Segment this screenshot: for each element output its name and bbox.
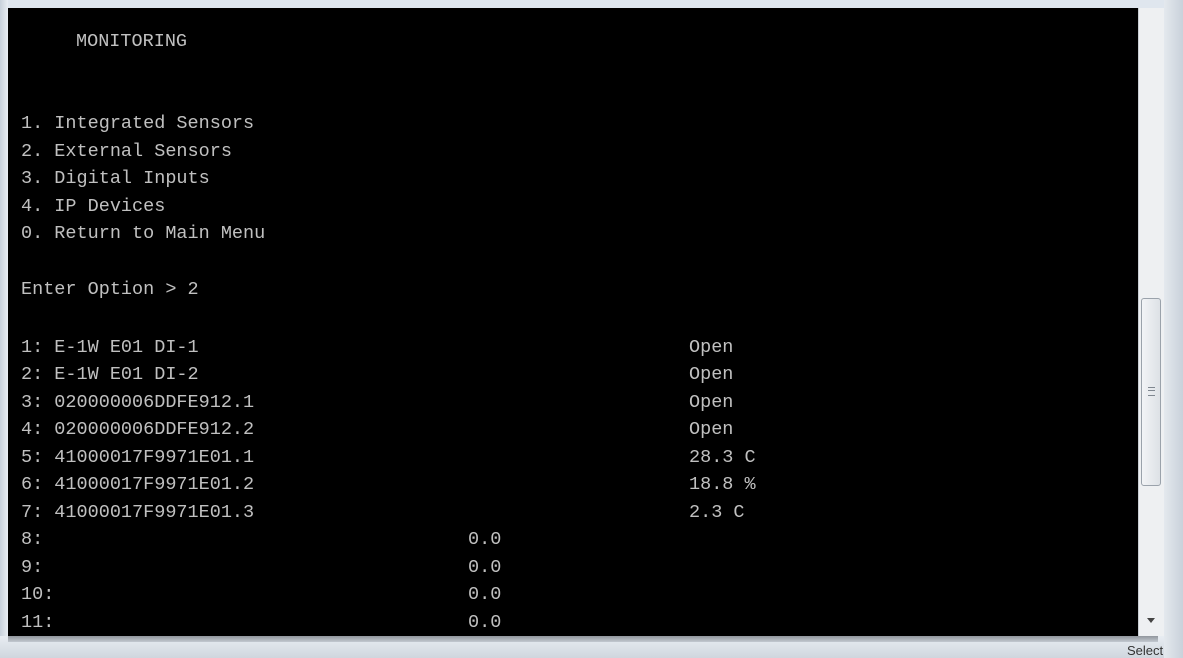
select-label[interactable]: Select — [1127, 643, 1163, 658]
sensor-mid-value: 0.0 — [468, 557, 502, 578]
menu-item-integrated-sensors: 1. Integrated Sensors — [21, 113, 255, 134]
window-bottom-shadow — [8, 636, 1158, 642]
vertical-scrollbar[interactable] — [1138, 8, 1164, 636]
sensor-label: 10: — [21, 584, 55, 605]
window-right-border — [1164, 0, 1183, 658]
grip-icon — [1148, 387, 1155, 396]
scrollbar-thumb[interactable] — [1141, 298, 1161, 486]
sensor-value: Open — [689, 337, 734, 358]
sensor-mid-value: 0.0 — [468, 584, 502, 605]
sensor-value: 18.8 % — [689, 474, 756, 495]
window-left-border — [0, 0, 8, 645]
sensor-mid-value: 0.0 — [468, 529, 502, 550]
sensor-value: Open — [689, 392, 734, 413]
sensor-label: 3: 020000006DDFE912.1 — [21, 392, 255, 413]
sensor-value: 2.3 C — [689, 502, 745, 523]
sensor-label: 7: 41000017F9971E01.3 — [21, 502, 255, 523]
menu-item-digital-inputs: 3. Digital Inputs — [21, 168, 210, 189]
sensor-label: 6: 41000017F9971E01.2 — [21, 474, 255, 495]
scroll-down-arrow-icon[interactable] — [1147, 618, 1155, 623]
sensor-label: 1: E-1W E01 DI-1 — [21, 337, 199, 358]
screen-title: MONITORING — [76, 31, 188, 52]
sensor-value: Open — [689, 364, 734, 385]
sensor-label: 11: — [21, 612, 55, 633]
sensor-label: 8: — [21, 529, 44, 550]
sensor-label: 5: 41000017F9971E01.1 — [21, 447, 255, 468]
sensor-value: Open — [689, 419, 734, 440]
menu-item-return-main-menu: 0. Return to Main Menu — [21, 223, 266, 244]
menu-item-ip-devices: 4. IP Devices — [21, 196, 166, 217]
menu-item-external-sensors: 2. External Sensors — [21, 141, 232, 162]
sensor-label: 2: E-1W E01 DI-2 — [21, 364, 199, 385]
sensor-label: 4: 020000006DDFE912.2 — [21, 419, 255, 440]
sensor-value: 28.3 C — [689, 447, 756, 468]
terminal-screen[interactable]: MONITORING 1. Integrated Sensors 2. Exte… — [8, 8, 1138, 636]
option-prompt: Enter Option > 2 — [21, 279, 199, 300]
terminal-window: MONITORING 1. Integrated Sensors 2. Exte… — [0, 0, 1183, 658]
sensor-mid-value: 0.0 — [468, 612, 502, 633]
sensor-label: 9: — [21, 557, 44, 578]
